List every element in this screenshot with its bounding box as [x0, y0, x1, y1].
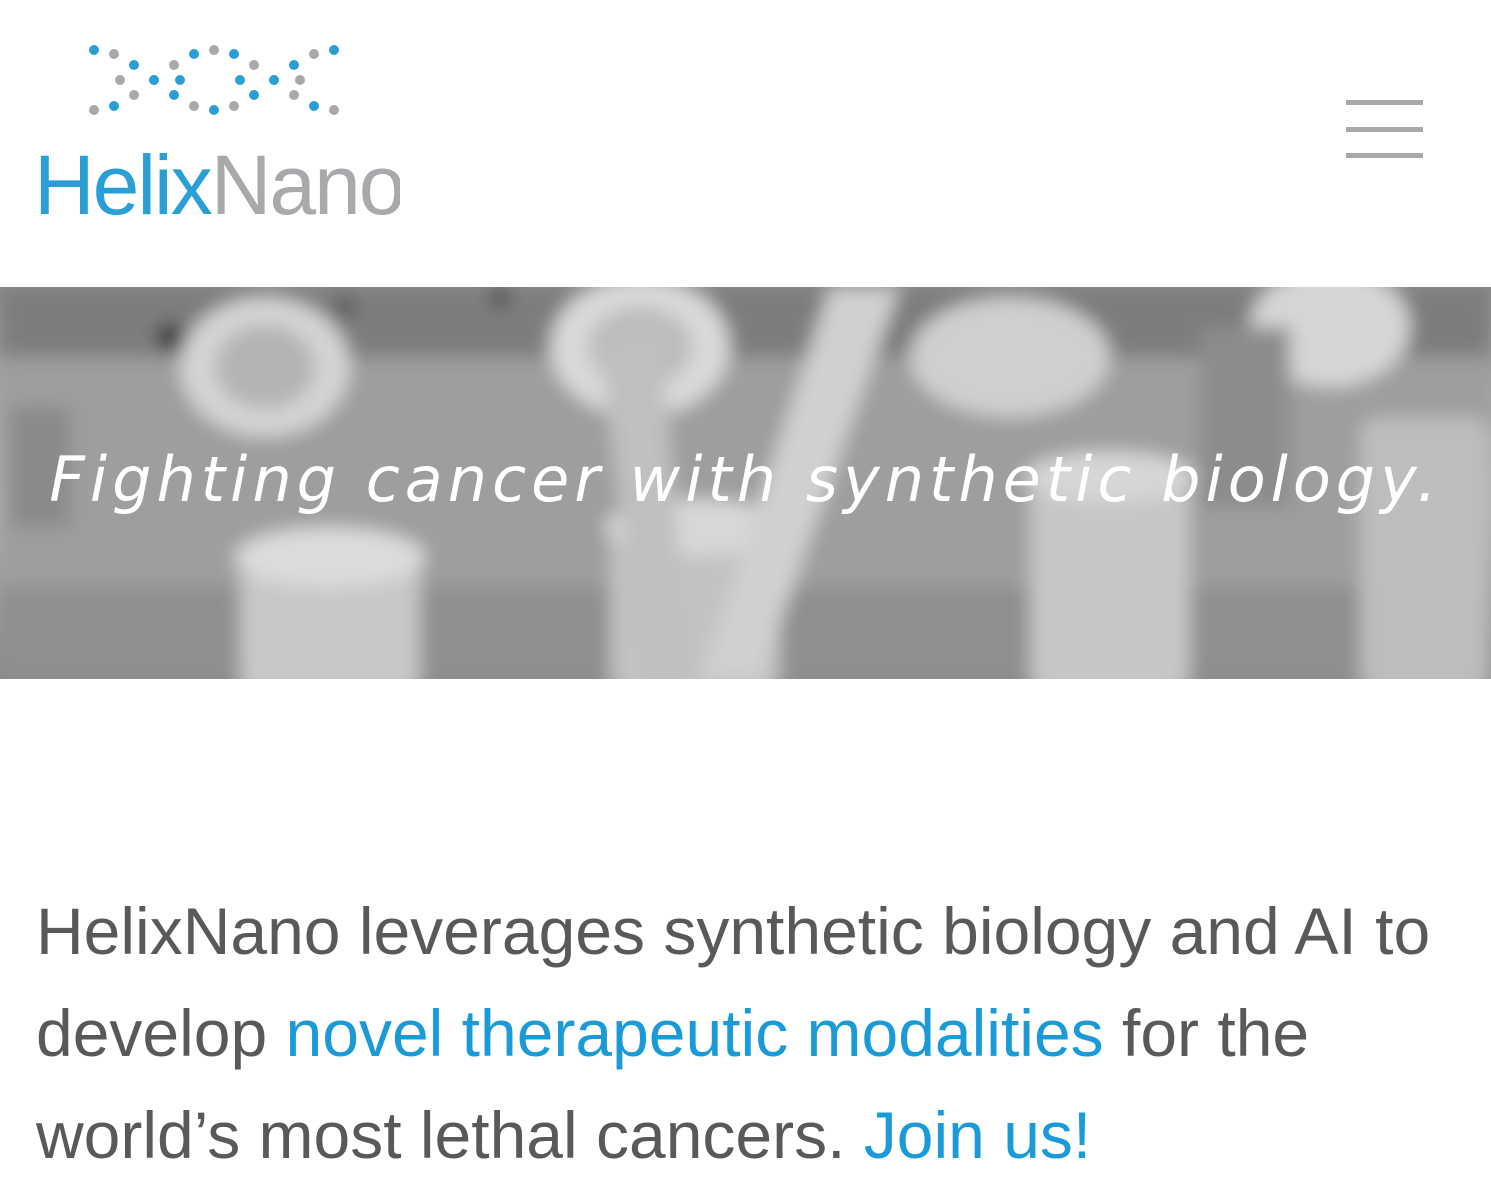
svg-text:HelixNano: HelixNano [34, 138, 400, 226]
helix-dot [129, 90, 139, 100]
helix-dot [209, 45, 219, 55]
hamburger-bar [1346, 127, 1423, 132]
helix-dot [329, 105, 339, 115]
join-us-link[interactable]: Join us! [864, 1098, 1091, 1172]
helix-dot [149, 75, 159, 85]
helix-dot [169, 60, 179, 70]
helix-dot [249, 90, 259, 100]
helix-dot [109, 49, 119, 60]
helix-dot [235, 75, 245, 85]
helix-dot [289, 60, 299, 70]
helix-dot [229, 100, 239, 111]
helix-dot [89, 45, 99, 55]
site-header: HelixNano [0, 0, 1491, 287]
helix-dot [175, 75, 185, 85]
helix-dot [109, 100, 119, 111]
helix-dot [189, 100, 199, 111]
logo-text-nano: Nano [211, 138, 400, 226]
helix-dot [89, 105, 99, 115]
helix-dot [189, 49, 199, 60]
helix-dot [295, 75, 305, 85]
helixnano-logo[interactable]: HelixNano [30, 36, 400, 226]
intro-paragraph: HelixNano leverages synthetic biology an… [36, 880, 1456, 1186]
helix-dot [249, 60, 259, 70]
helix-dot [129, 60, 139, 70]
helix-dots-icon [89, 45, 339, 115]
helix-dot [329, 45, 339, 55]
logo-graphic: HelixNano [34, 45, 400, 226]
helix-dot [309, 100, 319, 111]
hamburger-menu-icon [1346, 100, 1423, 105]
helix-dot [269, 75, 279, 85]
hamburger-menu-button[interactable] [1334, 92, 1434, 168]
helix-dot [209, 105, 219, 115]
hero-tagline: Fighting cancer with synthetic biology. [49, 443, 1442, 516]
hero-banner: Fighting cancer with synthetic biology. [0, 287, 1491, 679]
helix-dot [229, 49, 239, 60]
novel-therapeutic-modalities-link[interactable]: novel therapeutic modalities [286, 996, 1104, 1070]
helix-dot [289, 90, 299, 100]
helix-dot [309, 49, 319, 60]
helix-dot [115, 75, 125, 85]
hamburger-bar [1346, 153, 1423, 158]
helix-dot [169, 90, 179, 100]
logo-text-helix: Helix [34, 138, 213, 226]
